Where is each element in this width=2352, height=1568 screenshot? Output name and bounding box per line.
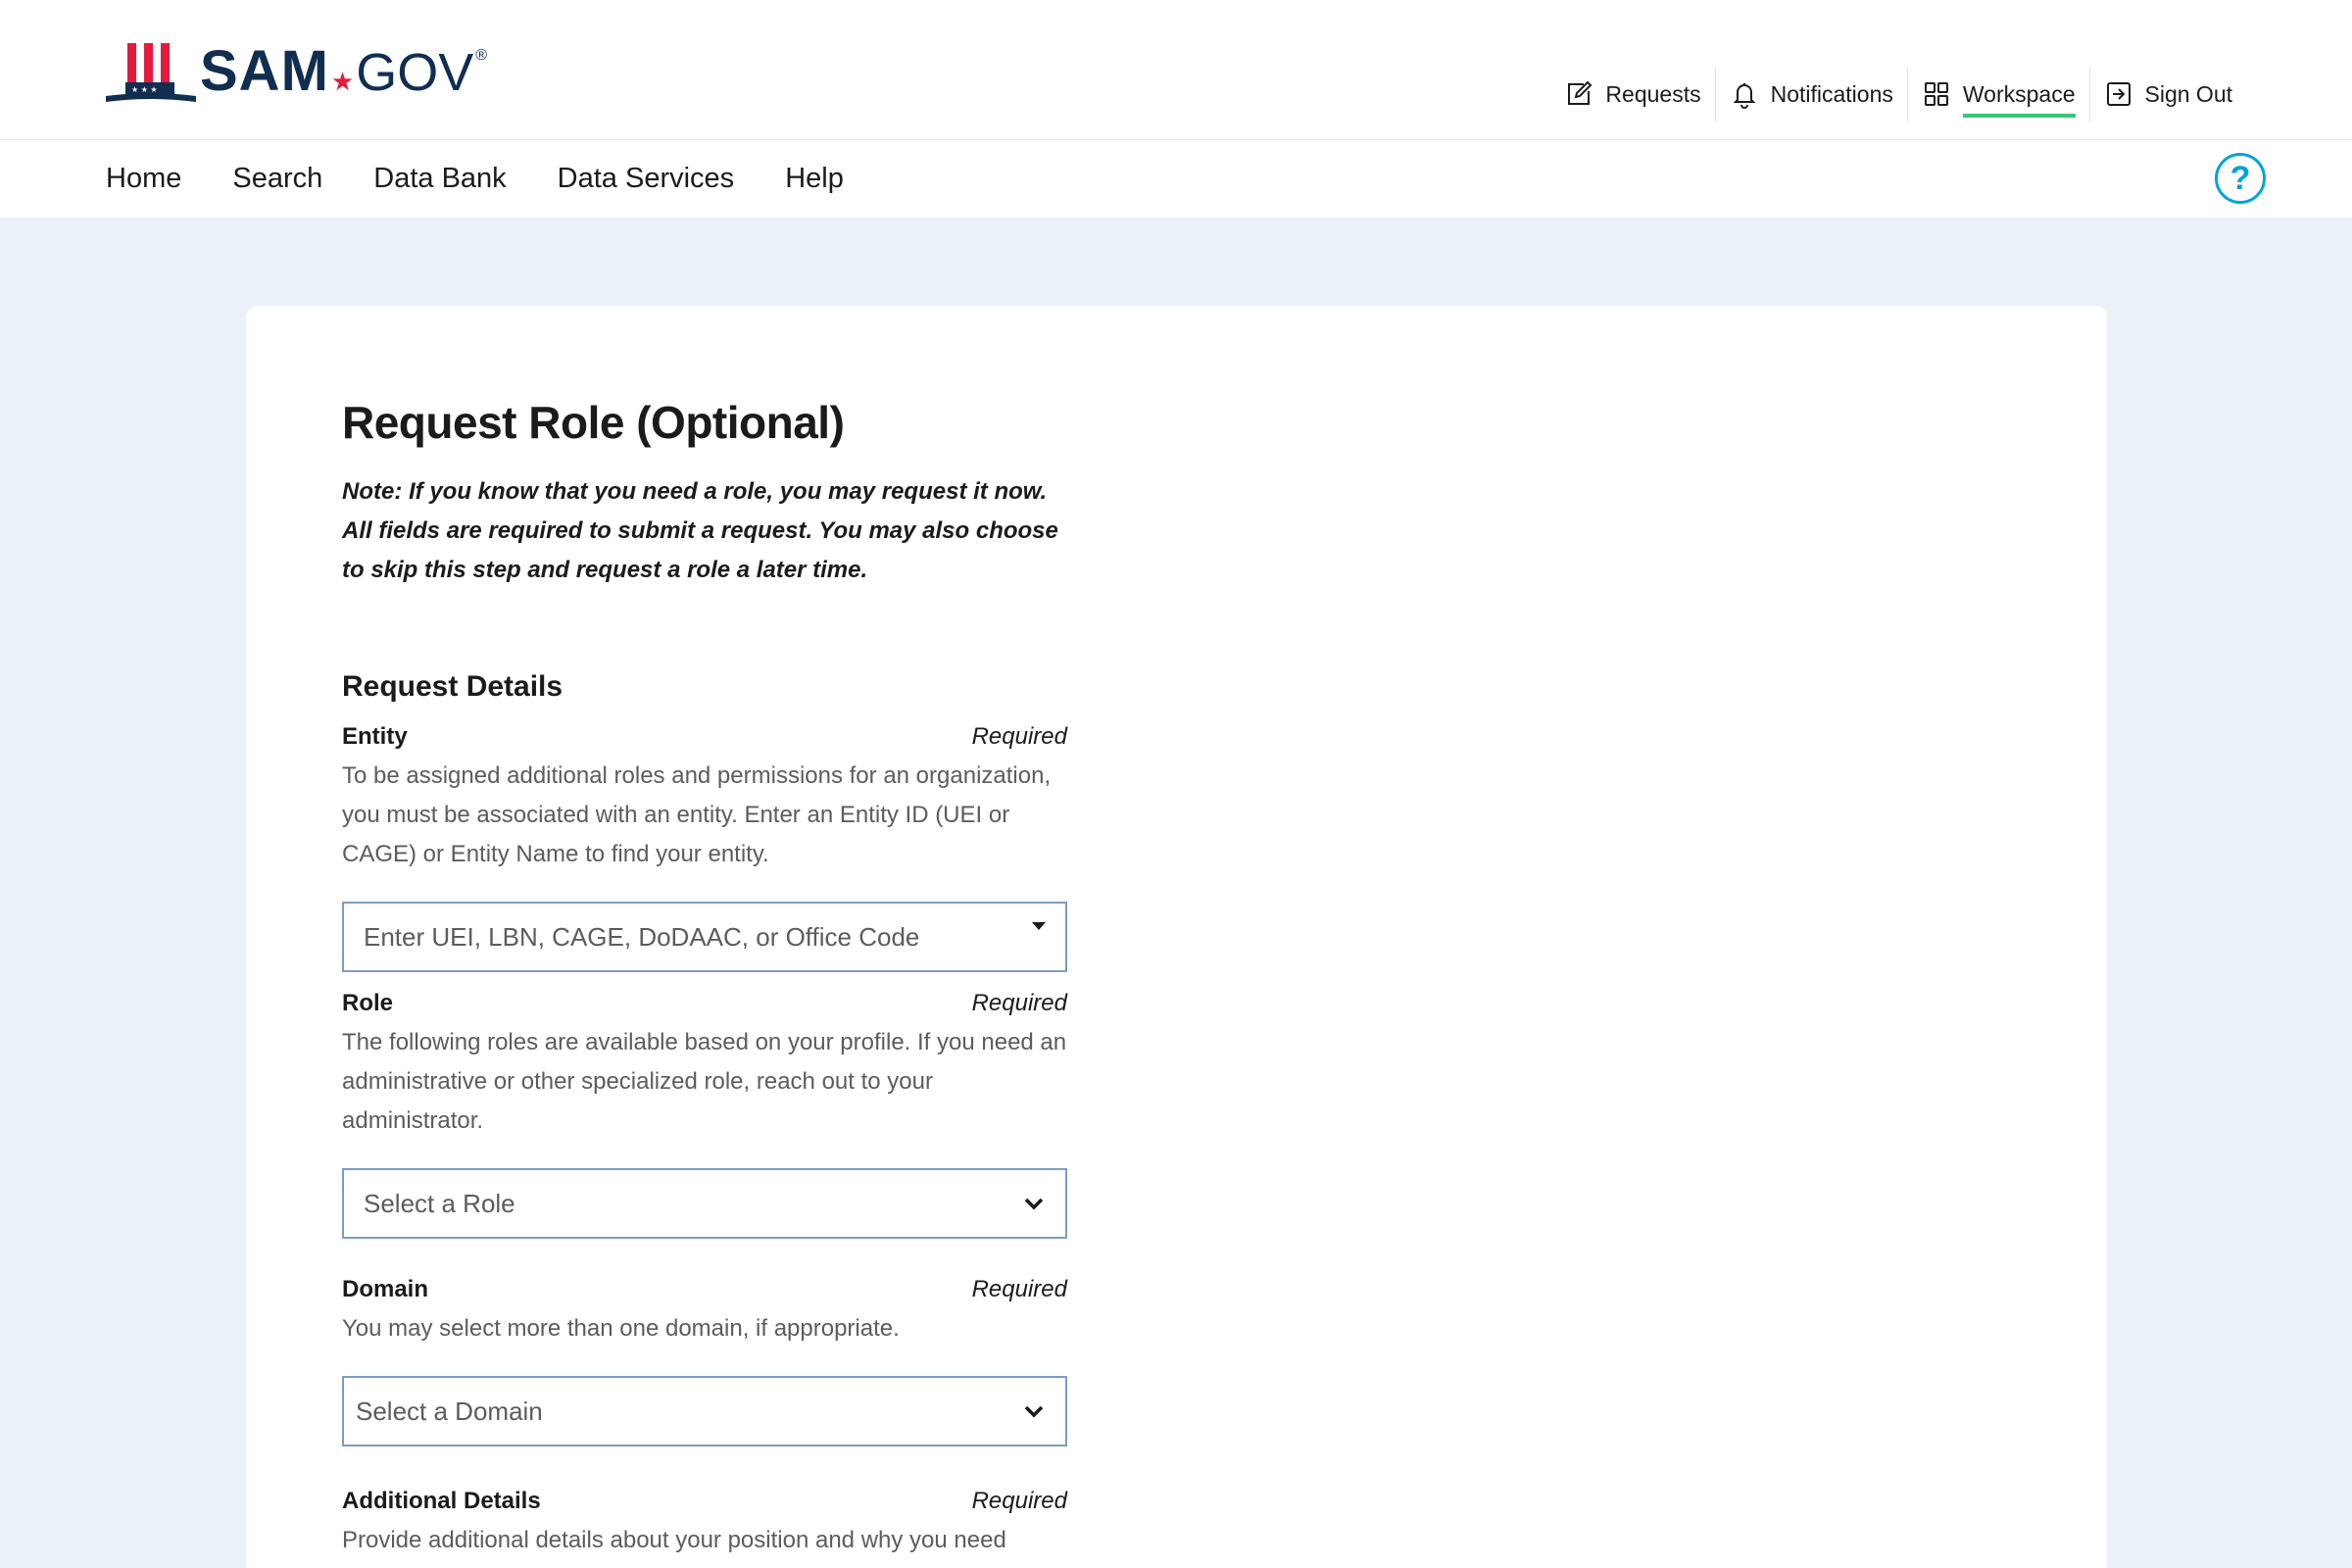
page-title: Request Role (Optional) — [342, 397, 845, 448]
entity-description: To be assigned additional roles and perm… — [342, 762, 1052, 867]
sign-out-label: Sign Out — [2144, 80, 2233, 107]
nav-home[interactable]: Home — [106, 163, 181, 195]
logo-sam-text: SAM — [200, 39, 329, 103]
entity-label: Entity — [342, 723, 408, 750]
svg-text:★ ★ ★: ★ ★ ★ — [131, 85, 158, 94]
grid-icon — [1924, 82, 1948, 106]
caret-down-icon — [1032, 922, 1046, 930]
main-nav: Home Search Data Bank Data Services Help… — [0, 140, 2352, 218]
entity-required: Required — [971, 723, 1067, 750]
role-label: Role — [342, 990, 394, 1016]
sam-gov-logo[interactable]: ★ ★ ★ SAM ★ GOV ® — [106, 35, 487, 106]
help-icon[interactable]: ? — [2215, 153, 2266, 204]
notifications-label: Notifications — [1770, 80, 1893, 107]
additional-details-label: Additional Details — [342, 1488, 541, 1514]
bell-icon — [1733, 83, 1756, 109]
domain-required: Required — [971, 1276, 1067, 1302]
nav-search[interactable]: Search — [232, 163, 322, 195]
role-required: Required — [971, 990, 1067, 1016]
site-header: ★ ★ ★ SAM ★ GOV ® Requests Notifications — [0, 0, 2352, 140]
form-content: Request Role (Optional) Note: If you kno… — [342, 396, 1067, 1560]
requests-link[interactable]: Requests — [1550, 67, 1716, 122]
role-description: The following roles are available based … — [342, 1029, 1067, 1134]
additional-details-description: Provide additional details about your po… — [342, 1527, 1006, 1553]
nav-data-bank[interactable]: Data Bank — [373, 163, 506, 195]
domain-label: Domain — [342, 1276, 429, 1302]
domain-placeholder: Select a Domain — [356, 1396, 543, 1426]
entity-placeholder: Enter UEI, LBN, CAGE, DoDAAC, or Office … — [364, 921, 920, 952]
workspace-label: Workspace — [1962, 80, 2076, 118]
additional-details-field: Additional Details Required Provide addi… — [342, 1488, 1067, 1560]
utility-nav: Requests Notifications Workspace Sign Ou… — [1550, 67, 2246, 122]
edit-icon — [1568, 80, 1592, 105]
request-role-card: Request Role (Optional) Note: If you kno… — [246, 306, 2107, 1568]
requests-label: Requests — [1605, 80, 1701, 107]
role-field: Role Required The following roles are av… — [342, 990, 1067, 1239]
chevron-down-icon — [1024, 1198, 1044, 1210]
notifications-link[interactable]: Notifications — [1716, 67, 1908, 122]
entity-field: Entity Required To be assigned additiona… — [342, 723, 1067, 972]
domain-field: Domain Required You may select more than… — [342, 1276, 1067, 1446]
nav-data-services[interactable]: Data Services — [558, 163, 735, 195]
section-title: Request Details — [342, 670, 564, 703]
chevron-down-icon — [1024, 1405, 1044, 1418]
domain-description: You may select more than one domain, if … — [342, 1315, 900, 1342]
page-note: Note: If you know that you need a role, … — [342, 478, 1058, 583]
sign-out-icon — [2106, 82, 2131, 106]
additional-details-required: Required — [971, 1488, 1067, 1514]
domain-select[interactable]: Select a Domain — [342, 1376, 1067, 1446]
logo-wordmark: SAM ★ GOV ® — [200, 43, 487, 100]
logo-gov-text: GOV — [356, 43, 474, 102]
workspace-link[interactable]: Workspace — [1908, 67, 2090, 122]
entity-combobox[interactable]: Enter UEI, LBN, CAGE, DoDAAC, or Office … — [342, 902, 1067, 972]
uncle-sam-hat-icon: ★ ★ ★ — [106, 43, 196, 102]
role-select[interactable]: Select a Role — [342, 1168, 1067, 1239]
sign-out-link[interactable]: Sign Out — [2090, 67, 2247, 122]
registered-mark: ® — [475, 47, 488, 64]
star-icon: ★ — [330, 67, 355, 96]
role-placeholder: Select a Role — [364, 1188, 515, 1218]
nav-help[interactable]: Help — [785, 163, 844, 195]
